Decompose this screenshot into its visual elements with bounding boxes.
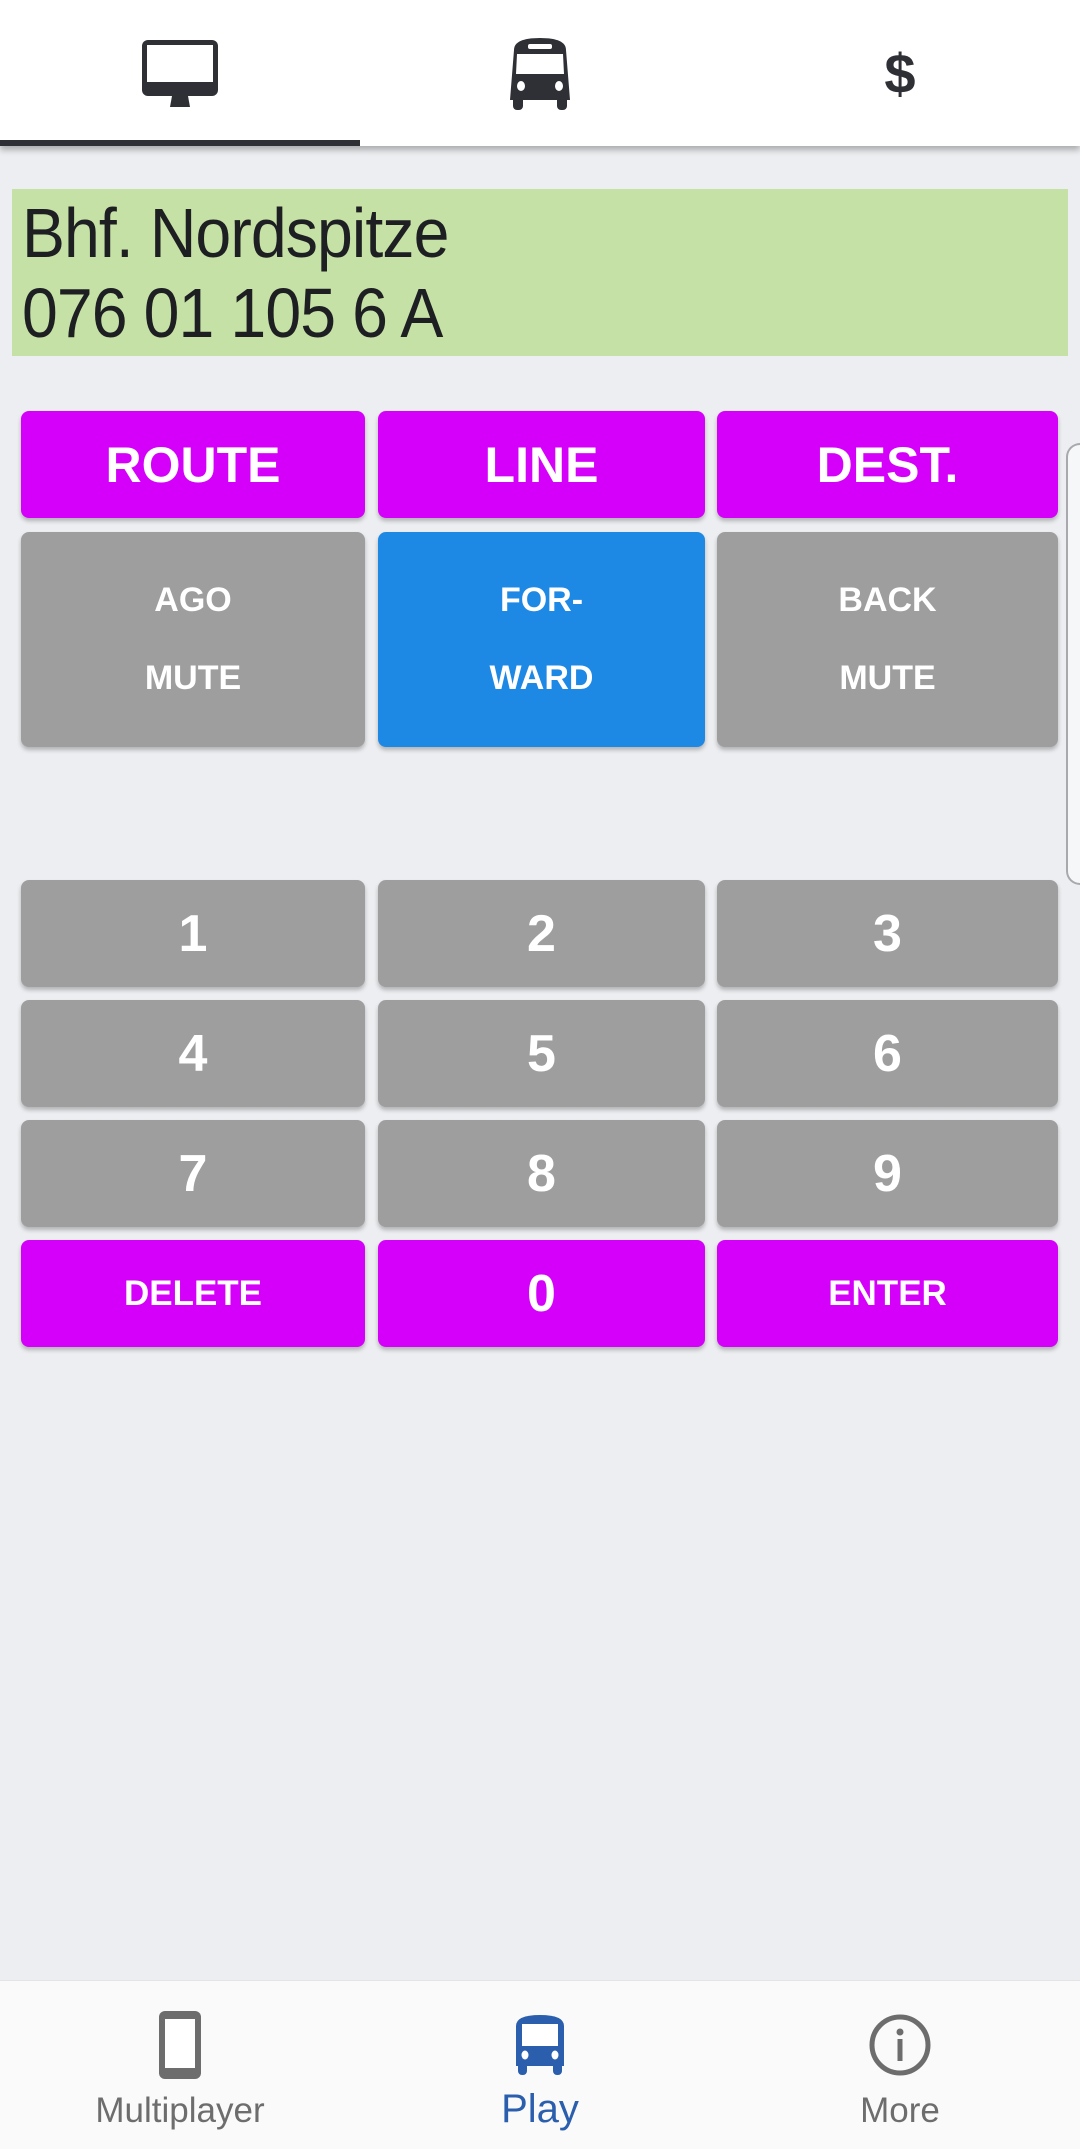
numpad-key-7[interactable]: 7: [21, 1120, 365, 1227]
ago-mute-label-1: AGO: [154, 581, 232, 620]
numpad-key-5[interactable]: 5: [378, 1000, 705, 1107]
enter-button[interactable]: ENTER: [717, 1240, 1058, 1347]
nav-multiplayer-label: Multiplayer: [95, 2091, 265, 2130]
back-mute-label-2: MUTE: [839, 658, 936, 697]
numpad-key-1[interactable]: 1: [21, 880, 365, 987]
nav-more-label: More: [860, 2091, 940, 2130]
svg-text:$: $: [884, 43, 915, 103]
tab-money[interactable]: $: [720, 0, 1080, 146]
numpad-key-3[interactable]: 3: [717, 880, 1058, 987]
nav-more[interactable]: More: [720, 1981, 1080, 2149]
bus-icon: [514, 2007, 566, 2083]
forward-label-1: FOR-: [499, 581, 584, 620]
numpad-key-4[interactable]: 4: [21, 1000, 365, 1107]
display-code: 076 01 105 6 A: [22, 274, 443, 352]
back-mute-label-1: BACK: [838, 581, 937, 620]
tab-display[interactable]: [0, 0, 360, 146]
numpad-key-0[interactable]: 0: [378, 1240, 705, 1347]
edge-panel-handle[interactable]: [1066, 443, 1080, 885]
numpad-key-2[interactable]: 2: [378, 880, 705, 987]
nav-play-label: Play: [501, 2087, 579, 2131]
numpad-key-8[interactable]: 8: [378, 1120, 705, 1227]
bottom-navigation: Multiplayer Play More: [0, 1980, 1080, 2149]
nav-play[interactable]: Play: [360, 1981, 720, 2149]
destination-display: Bhf. Nordspitze 076 01 105 6 A: [12, 189, 1068, 356]
monitor-icon: [140, 38, 220, 108]
tab-bus[interactable]: [360, 0, 720, 146]
dollar-icon: $: [880, 43, 920, 103]
dest-button[interactable]: DEST.: [717, 411, 1058, 518]
numpad-key-9[interactable]: 9: [717, 1120, 1058, 1227]
ago-mute-button[interactable]: AGO MUTE: [21, 532, 365, 747]
nav-multiplayer[interactable]: Multiplayer: [0, 1981, 360, 2149]
line-button[interactable]: LINE: [378, 411, 705, 518]
forward-button[interactable]: FOR- WARD: [378, 532, 705, 747]
info-icon: [868, 2007, 932, 2083]
top-tab-bar: $: [0, 0, 1080, 146]
delete-button[interactable]: DELETE: [21, 1240, 365, 1347]
back-mute-button[interactable]: BACK MUTE: [717, 532, 1058, 747]
forward-label-2: WARD: [489, 658, 594, 697]
bus-icon: [508, 36, 572, 110]
active-tab-indicator: [0, 140, 360, 146]
phone-icon: [158, 2007, 202, 2083]
route-button[interactable]: ROUTE: [21, 411, 365, 518]
display-stop-name: Bhf. Nordspitze: [22, 194, 449, 272]
numpad-key-6[interactable]: 6: [717, 1000, 1058, 1107]
ago-mute-label-2: MUTE: [144, 658, 242, 697]
